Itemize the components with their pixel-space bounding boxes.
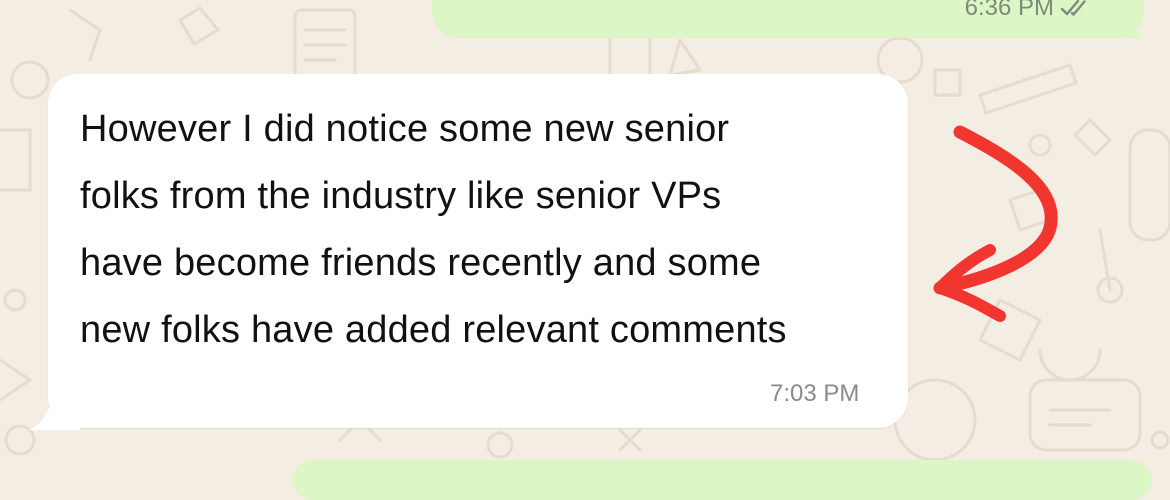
incoming-message-time: 7:03 PM [770, 380, 860, 407]
outgoing-message-time: 6:36 PM [964, 0, 1054, 21]
outgoing-message-meta: 6:36 PM [965, 0, 1090, 22]
message-line: folks from the industry like senior VPs [80, 175, 722, 217]
outgoing-message-bubble-next[interactable] [292, 460, 1152, 500]
double-check-icon [1060, 0, 1086, 16]
message-line: have become friends recently and some [80, 242, 762, 284]
message-line: However I did notice some new senior [80, 108, 730, 150]
message-line: new folks have added relevant comments [80, 309, 787, 351]
incoming-bubble-tail [28, 398, 80, 430]
hand-drawn-arrow-icon [933, 125, 1058, 322]
outgoing-bubble-tail [1100, 14, 1144, 40]
incoming-message-text: However I did notice some new senior fol… [80, 96, 900, 364]
